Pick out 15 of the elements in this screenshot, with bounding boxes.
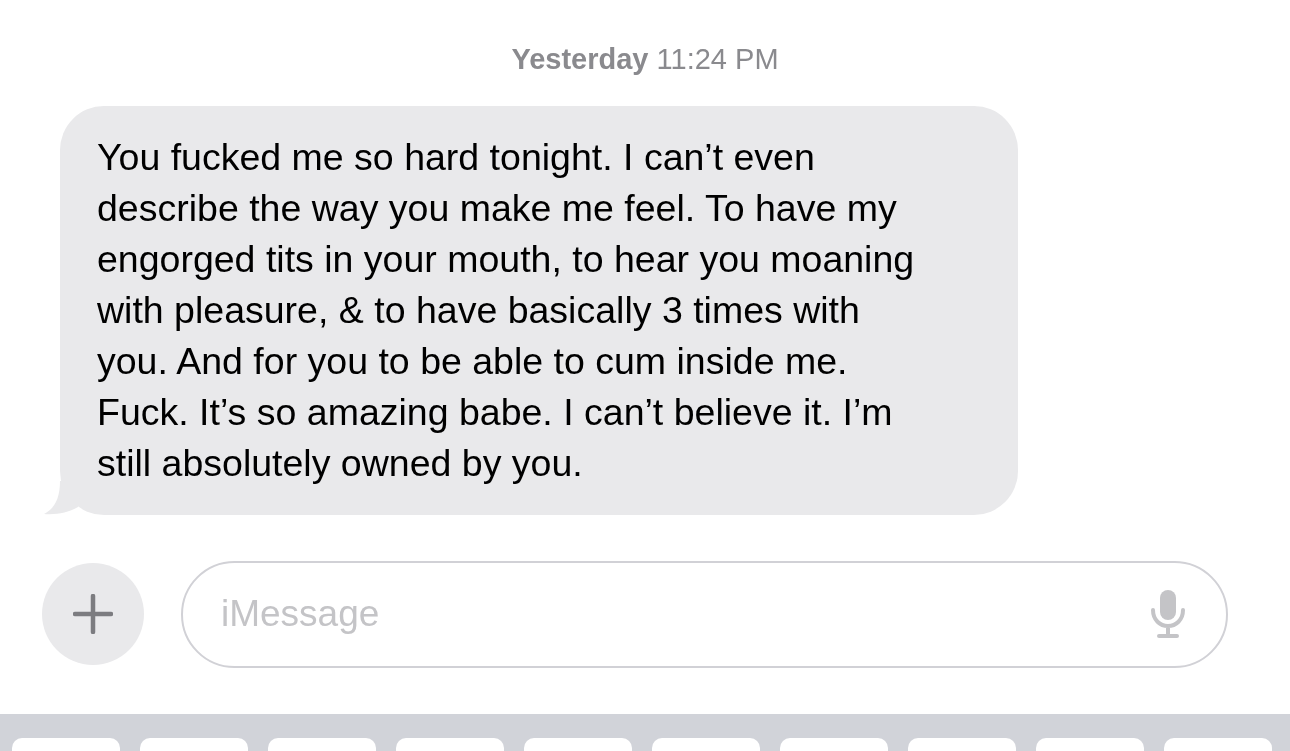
message-timestamp: Yesterday 11:24 PM <box>511 42 779 77</box>
keyboard-key[interactable] <box>396 738 504 751</box>
keyboard-key[interactable] <box>652 738 760 751</box>
keyboard-key[interactable] <box>524 738 632 751</box>
keyboard-key[interactable] <box>140 738 248 751</box>
keyboard-key[interactable] <box>908 738 1016 751</box>
microphone-icon[interactable] <box>1150 588 1186 640</box>
keyboard-key[interactable] <box>12 738 120 751</box>
plus-icon <box>73 594 113 634</box>
keyboard-key[interactable] <box>1164 738 1272 751</box>
message-input-field[interactable]: iMessage <box>221 586 1150 642</box>
keyboard-key[interactable] <box>780 738 888 751</box>
message-input-box[interactable]: iMessage <box>181 560 1228 668</box>
keyboard-key[interactable] <box>268 738 376 751</box>
keyboard-key[interactable] <box>1036 738 1144 751</box>
